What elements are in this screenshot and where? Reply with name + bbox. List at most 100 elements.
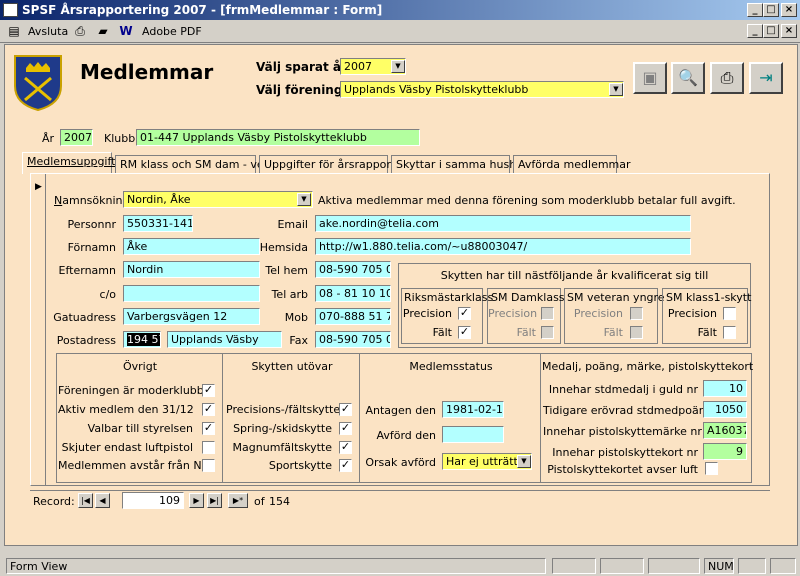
marke-label: Innehar pistolskyttemärke nr [543,425,702,438]
veteran-precision-label: Precision [573,307,623,320]
exit-button[interactable]: ⇥ [749,62,783,94]
veteran-falt-checkbox[interactable] [630,326,643,339]
chevron-down-icon[interactable]: ▼ [391,60,405,73]
open-folder-icon[interactable]: ▰ [95,24,111,39]
rm-falt-checkbox[interactable]: ✓ [458,326,471,339]
damklass-precision-checkbox[interactable] [541,307,554,320]
poang-field[interactable]: 1050 [703,401,747,418]
personnr-field[interactable]: 550331-1416 [123,215,193,232]
guld-label: Innehar stdmedalj i guld nr [548,383,698,396]
skytten-label-3: Sportskytte [268,459,332,472]
tab-hushall[interactable]: Skyttar i samma hushåll [391,155,529,173]
club-label: Klubb [104,132,136,145]
luftpistol-checkbox[interactable] [202,441,215,454]
prev-record-button[interactable]: ◀ [95,493,110,508]
next-record-button[interactable]: ▶ [189,493,204,508]
avsluta-menu[interactable]: Avsluta [28,25,68,38]
ovrigt-label-2: Valbar till styrelsen [87,422,193,435]
save-button[interactable]: ▣ [633,62,667,94]
word-icon[interactable]: W [118,24,134,39]
rm-falt-label: Fält [432,326,452,339]
gatuadress-label: Gatuadress [53,311,116,324]
fornamn-field[interactable]: Åke [123,238,260,255]
chevron-down-icon[interactable]: ▼ [297,193,311,206]
hemsida-label: Hemsida [259,241,308,254]
spring-skid-checkbox[interactable]: ✓ [339,422,352,435]
poang-label: Tidigare erövrad stdmedpoäng [543,404,713,417]
name-search-combo[interactable]: Nordin, Åke [123,191,313,208]
status-bar: Form View NUM [0,556,800,576]
chevron-down-icon[interactable]: ▼ [517,455,531,468]
hemsida-field[interactable]: http://w1.880.telia.com/~u88003047/ [315,238,691,255]
klass1-falt-checkbox[interactable] [723,326,736,339]
year-label: År [42,132,55,145]
moderklubb-checkbox[interactable]: ✓ [202,384,215,397]
marke-field[interactable]: A16037 [703,422,747,439]
np-checkbox[interactable] [202,459,215,472]
doc-restore-button[interactable]: □ [763,24,779,38]
year-field: 2007 [60,129,93,146]
doc-close-button[interactable]: × [781,24,797,38]
gatuadress-field[interactable]: Varbergsvägen 12 [123,308,260,325]
aktiv-checkbox[interactable]: ✓ [202,403,215,416]
magnum-checkbox[interactable]: ✓ [339,441,352,454]
skytten-label-1: Spring-/skidskytte [233,422,332,435]
maximize-button[interactable]: □ [763,3,779,17]
last-record-button[interactable]: ▶| [207,493,222,508]
personnr-label: Personnr [67,218,116,231]
antagen-field[interactable]: 1981-02-13 [442,401,504,418]
avford-field[interactable] [442,426,504,443]
klass1-precision-checkbox[interactable] [723,307,736,320]
klass1-precision-label: Precision [667,307,717,320]
precision-falt-checkbox[interactable]: ✓ [339,403,352,416]
qualified-title: Skytten har till nästföljande år kvalifi… [440,269,709,282]
luft-checkbox[interactable] [705,462,718,475]
efternamn-field[interactable]: Nordin [123,261,260,278]
search-label: Namnsökning [54,194,130,207]
club-select[interactable]: Upplands Väsby Pistolskytteklubb [340,81,624,98]
tab-arsrapport[interactable]: Uppgifter för årsrapporten [259,155,409,173]
valbar-checkbox[interactable]: ✓ [202,422,215,435]
email-label: Email [277,218,308,231]
print-icon[interactable]: ⎙ [72,24,88,39]
skytten-title: Skytten utövar [251,360,333,373]
tab-avforda[interactable]: Avförda medlemmar [513,155,631,173]
klass1-falt-label: Fält [697,326,717,339]
status-cell [770,558,796,574]
adobe-pdf-menu[interactable]: Adobe PDF [142,25,202,38]
damklass-falt-checkbox[interactable] [541,326,554,339]
status-text: Form View [6,558,546,574]
email-field[interactable]: ake.nordin@telia.com [315,215,691,232]
veteran-precision-checkbox[interactable] [630,307,643,320]
telhem-label: Tel hem [265,264,308,277]
record-number-field[interactable]: 109 [122,492,184,509]
co-field[interactable] [123,285,260,302]
guld-field[interactable]: 10 [703,380,747,397]
telarb-field[interactable]: 08 - 81 10 10 [315,285,391,302]
sport-checkbox[interactable]: ✓ [339,459,352,472]
mob-field[interactable]: 070-888 51 71 [315,308,391,325]
chevron-down-icon[interactable]: ▼ [609,83,623,96]
efternamn-label: Efternamn [58,264,116,277]
club-field: 01-447 Upplands Väsby Pistolskytteklubb [136,129,420,146]
tab-rm-klass[interactable]: RM klass och SM dam - vet [115,155,268,173]
rm-precision-checkbox[interactable]: ✓ [458,307,471,320]
status-cell [648,558,700,574]
minimize-button[interactable]: _ [747,3,763,17]
num-indicator: NUM [704,558,734,574]
window-title: SPSF Årsrapportering 2007 - [frmMedlemma… [22,3,383,17]
postnr-field[interactable]: 194 57 [123,331,161,348]
mob-label: Mob [284,311,308,324]
tab-medlemsuppgifter[interactable]: Medlemsuppgifter [22,152,127,174]
new-record-button[interactable]: ▶* [228,493,248,508]
telhem-field[interactable]: 08-590 705 04 [315,261,391,278]
print-button[interactable]: ⎙ [710,62,744,94]
status-cell [738,558,766,574]
fax-field[interactable]: 08-590 705 04 [315,331,391,348]
first-record-button[interactable]: |◀ [78,493,93,508]
kort-field[interactable]: 9 [703,443,747,460]
doc-minimize-button[interactable]: _ [747,24,763,38]
close-button[interactable]: × [781,3,797,17]
print-preview-button[interactable]: 🔍 [671,62,705,94]
record-selector[interactable]: ▶ [31,174,46,485]
